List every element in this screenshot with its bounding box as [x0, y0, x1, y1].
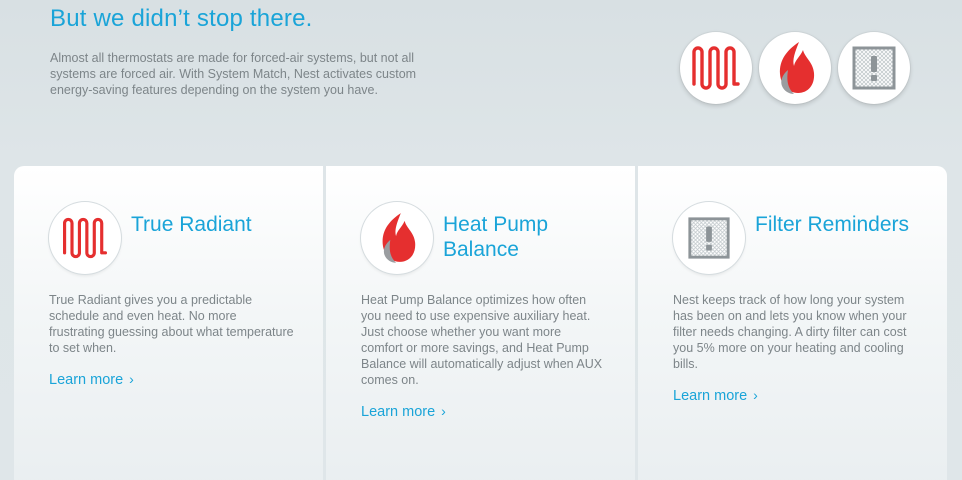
feature-card-filter-reminders: Filter Reminders Nest keeps track of how…: [638, 166, 947, 480]
learn-more-label: Learn more: [361, 404, 436, 420]
learn-more-label: Learn more: [673, 388, 748, 404]
learn-more-link[interactable]: Learn more ›: [673, 387, 758, 404]
feature-title: True Radiant: [131, 213, 252, 236]
radiant-heat-icon: [49, 202, 121, 274]
learn-more-link[interactable]: Learn more ›: [361, 403, 446, 420]
chevron-right-icon: ›: [129, 371, 134, 387]
feature-description: Heat Pump Balance optimizes how often yo…: [361, 293, 603, 387]
section-description: Almost all thermostats are made for forc…: [50, 51, 417, 97]
feature-title: Heat Pump Balance: [443, 213, 549, 261]
radiant-heat-icon: [680, 32, 752, 104]
flame-icon: [759, 32, 831, 104]
learn-more-link[interactable]: Learn more ›: [49, 371, 134, 388]
chevron-right-icon: ›: [441, 403, 446, 419]
feature-description: True Radiant gives you a predictable sch…: [49, 293, 294, 355]
feature-title: Filter Reminders: [755, 213, 910, 236]
section-title: But we didn’t stop there.: [50, 5, 313, 32]
feature-cards: True Radiant True Radiant gives you a pr…: [14, 166, 947, 480]
filter-alert-icon: [673, 202, 745, 274]
chevron-right-icon: ›: [753, 387, 758, 403]
flame-icon: [361, 202, 433, 274]
feature-description: Nest keeps track of how long your system…: [673, 293, 907, 371]
system-match-section: But we didn’t stop there. Almost all the…: [0, 0, 962, 480]
filter-alert-icon: [838, 32, 910, 104]
feature-card-heat-pump-balance: Heat Pump Balance Heat Pump Balance opti…: [326, 166, 635, 480]
feature-card-true-radiant: True Radiant True Radiant gives you a pr…: [14, 166, 323, 480]
feature-icon-row: [680, 32, 910, 104]
learn-more-label: Learn more: [49, 372, 124, 388]
